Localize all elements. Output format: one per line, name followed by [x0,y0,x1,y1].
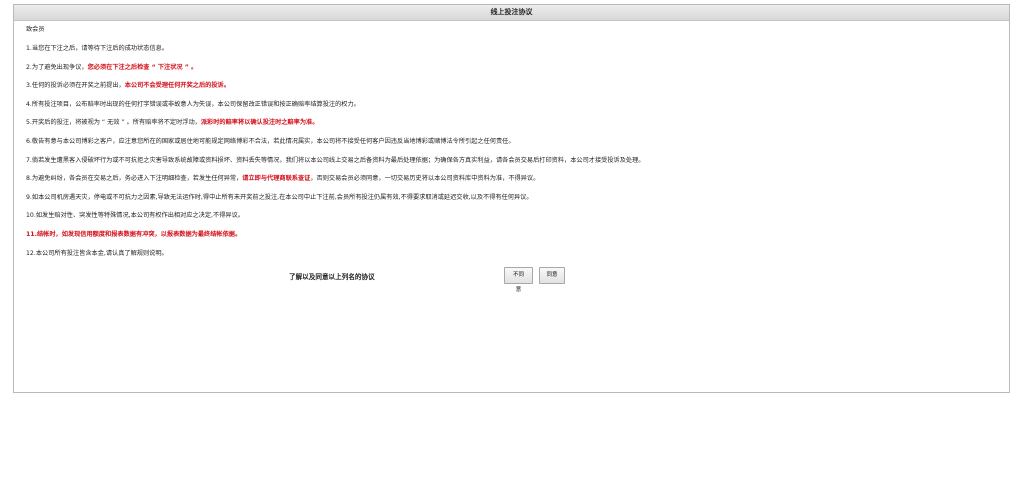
agreement-content: 致会员 1.当您在下注之后，请等待下注后的成功状态信息。 2.为了避免出现争议，您… [14,21,1009,293]
agreement-window: 线上投注协议 致会员 1.当您在下注之后，请等待下注后的成功状态信息。 2.为了避… [13,4,1010,393]
greeting: 致会员 [26,26,45,33]
rule-item: 7.倘若发生遭黑客入侵破坏行为或不可抗拒之灾害导致系统故障或资料损坏、资料丢失等… [26,156,1009,165]
rule-text: 9.如本公司机房遇天灾，停电或不可抗力之因素,导致无法运作时,得中止所有未开奖前… [26,193,533,201]
disagree-button[interactable]: 不同意 [504,267,533,293]
rule-text: 5.开奖后的投注，将被视为 “ 无效 ” 。所有赔率将不定时浮动， [26,119,201,127]
rule-text: 7.倘若发生遭黑客入侵破坏行为或不可抗拒之灾害导致系统故障或资料损坏、资料丢失等… [26,156,645,164]
agreement-row: 了解以及同意以上列名的协议 不同意 同意 [26,267,1009,293]
rule-item: 10.如发生赔对性、突发性等特殊情况,本公司有权作出相对应之决定,不得异议。 [26,211,1009,220]
rule-highlight: 11.结帐时，如发现信用额度和报表数据有冲突，以报表数据为最终结帐依据。 [26,230,242,238]
agreement-label: 了解以及同意以上列名的协议 [289,273,375,282]
rule-item: 4.所有投注项目，公布赔率时出现的任何打字错误或非故意人为失误，本公司保留改正错… [26,100,1009,109]
rule-highlight: 本公司不会受理任何开奖之后的投诉。 [124,82,230,90]
rule-highlight: 请立即与代理商联系查证 [242,175,311,183]
rule-item: 5.开奖后的投注，将被视为 “ 无效 ” 。所有赔率将不定时浮动，派彩时的赔率将… [26,118,1009,127]
window-title: 线上投注协议 [490,8,533,16]
rules-list: 1.当您在下注之后，请等待下注后的成功状态信息。 2.为了避免出现争议，您必须在下… [26,44,1009,258]
agree-button[interactable]: 同意 [539,267,565,285]
rule-text: 3.任何的投诉必须在开奖之前提出， [26,82,125,90]
rule-highlight: 派彩时的赔率将以确认投注时之赔率为准。 [200,119,319,127]
rule-item: 11.结帐时，如发现信用额度和报表数据有冲突，以报表数据为最终结帐依据。 [26,230,1009,239]
rule-text: 6.敬告有意与本公司博彩之客户，应注意您所在的国家或居住地可能规定网络博彩不合法… [26,137,515,145]
rule-text: 1.当您在下注之后，请等待下注后的成功状态信息。 [26,45,169,52]
rule-highlight: 您必须在下注之后检查 “ 下注状况 ” 。 [87,63,198,71]
rule-item: 6.敬告有意与本公司博彩之客户，应注意您所在的国家或居住地可能规定网络博彩不合法… [26,137,1009,146]
rule-text: 2.为了避免出现争议， [26,63,88,71]
rule-item: 2.为了避免出现争议，您必须在下注之后检查 “ 下注状况 ” 。 [26,63,1009,72]
rule-text: 10.如发生赔对性、突发性等特殊情况,本公司有权作出相对应之决定,不得异议。 [26,212,244,220]
rule-item: 8.为避免纠纷，各会员在交易之后，务必进入下注明细检查，若发生任何异常，请立即与… [26,174,1009,183]
rule-text: 12.本公司所有投注皆含本金,请认真了解规则说明。 [26,249,168,257]
rule-item: 9.如本公司机房遇天灾，停电或不可抗力之因素,导致无法运作时,得中止所有未开奖前… [26,193,1009,202]
rule-text: 4.所有投注项目，公布赔率时出现的任何打字错误或非故意人为失误，本公司保留改正错… [26,100,360,108]
window-titlebar: 线上投注协议 [14,5,1009,21]
rule-text: ，否则交易会员必须同意，一切交易历史将以本公司资料库中资料为准，不得异议。 [310,175,540,183]
rule-item: 3.任何的投诉必须在开奖之前提出，本公司不会受理任何开奖之后的投诉。 [26,81,1009,90]
rule-item: 1.当您在下注之后，请等待下注后的成功状态信息。 [26,44,1009,53]
rule-text: 8.为避免纠纷，各会员在交易之后，务必进入下注明细检查，若发生任何异常， [26,175,243,183]
rule-item: 12.本公司所有投注皆含本金,请认真了解规则说明。 [26,249,1009,258]
